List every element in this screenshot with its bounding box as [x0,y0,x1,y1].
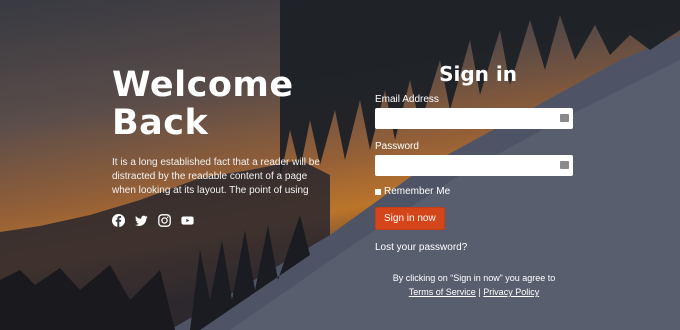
facebook-icon[interactable] [112,214,125,227]
keyboard-icon [560,161,569,169]
sign-in-form: Sign in Email Address Password Remember … [375,62,573,299]
lost-password-link[interactable]: Lost your password? [375,242,573,253]
email-field[interactable] [375,108,555,129]
hero-section: Welcome Back It is a long established fa… [112,66,322,227]
keyboard-icon [560,114,569,122]
background-image [0,0,680,330]
password-field-wrapper [375,155,573,176]
remember-checkbox[interactable] [375,188,381,195]
terms-of-service-link[interactable]: Terms of Service [409,287,476,297]
terms-notice: By clicking on “Sign in now” you agree t… [375,271,573,299]
social-links [112,214,322,227]
link-separator: | [478,287,481,297]
youtube-icon[interactable] [181,214,194,227]
sign-in-button[interactable]: Sign in now [375,207,445,230]
twitter-icon[interactable] [135,214,148,227]
email-label: Email Address [375,94,439,105]
hero-description: It is a long established fact that a rea… [112,157,320,196]
agree-text: By clicking on “Sign in now” you agree t… [392,273,556,283]
instagram-icon[interactable] [158,214,171,227]
privacy-policy-link[interactable]: Privacy Policy [483,287,539,297]
remember-label: Remember Me [384,186,451,197]
email-field-wrapper [375,108,573,129]
remember-me[interactable]: Remember Me [375,186,573,197]
hero-title: Welcome Back [112,65,294,143]
form-title: Sign in [439,62,517,86]
password-label: Password [375,141,419,152]
password-field[interactable] [375,155,555,176]
